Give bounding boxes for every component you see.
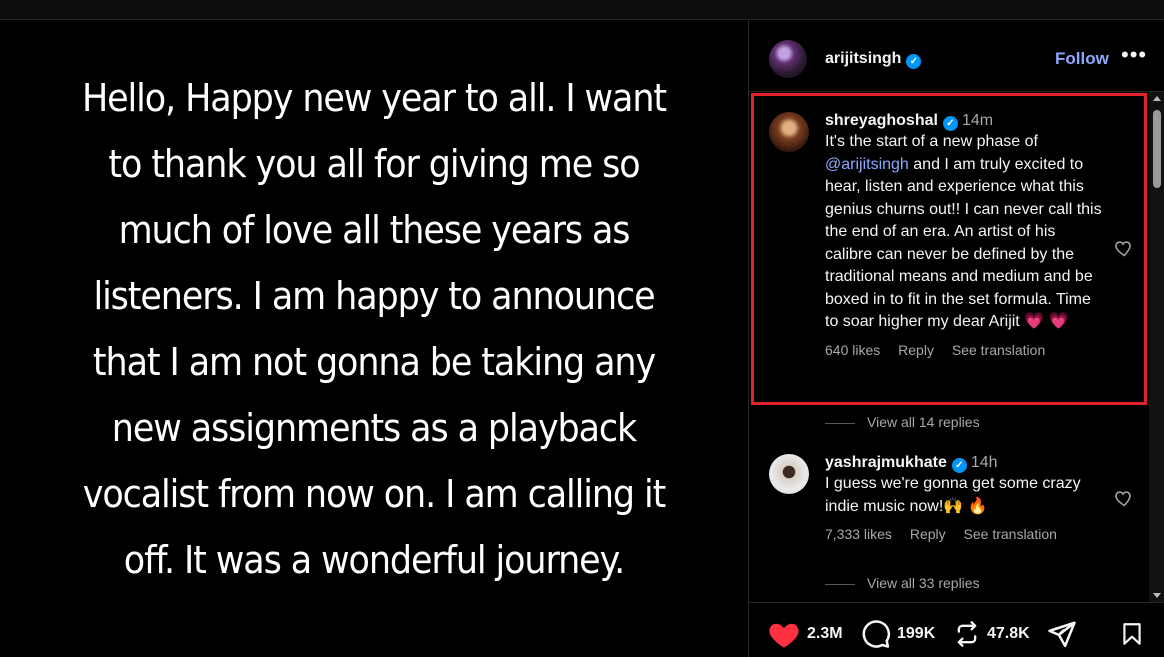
scrollbar-thumb[interactable]	[1153, 110, 1161, 188]
comment-likes[interactable]: 7,333 likes	[825, 526, 892, 542]
divider-line	[825, 422, 855, 424]
share-button[interactable]	[1047, 619, 1077, 649]
scroll-up-arrow-icon[interactable]	[1153, 96, 1161, 101]
scrollbar[interactable]	[1149, 92, 1164, 602]
post-media: Hello, Happy new year to all. I want to …	[0, 20, 748, 657]
like-button[interactable]: 2.3M	[767, 619, 843, 649]
save-button[interactable]	[1119, 619, 1145, 649]
view-replies-label[interactable]: View all 33 replies	[867, 575, 980, 591]
verified-badge-icon: ✓	[942, 116, 958, 131]
commenter-username[interactable]: shreyaghoshal	[825, 112, 938, 129]
reply-button[interactable]: Reply	[898, 342, 934, 358]
comment-text-part: It's the start of a new phase of	[825, 133, 1038, 150]
verified-badge-icon: ✓	[906, 54, 922, 69]
heart-filled-icon	[769, 623, 799, 648]
follow-button[interactable]: Follow	[1055, 49, 1109, 69]
like-count: 2.3M	[807, 625, 843, 642]
repost-icon	[957, 621, 977, 647]
author-username-text[interactable]: arijitsingh	[825, 50, 901, 67]
comment-button[interactable]: 199K	[861, 619, 935, 649]
divider-line	[825, 583, 855, 585]
bookmark-icon	[1123, 623, 1141, 645]
comments-panel: arijitsingh ✓ Follow ••• shreyaghoshal ✓ 14…	[748, 20, 1164, 657]
scroll-down-arrow-icon[interactable]	[1153, 593, 1161, 598]
view-replies-button[interactable]: View all 33 replies	[825, 575, 980, 591]
view-replies-button[interactable]: View all 14 replies	[825, 414, 980, 430]
comment-bubble-icon	[862, 620, 890, 648]
commenter-username[interactable]: yashrajmukhate	[825, 454, 947, 471]
see-translation-button[interactable]: See translation	[952, 342, 1045, 358]
repost-count: 47.8K	[987, 625, 1030, 642]
commenter-avatar[interactable]	[769, 112, 809, 152]
comment-text: I guess we're gonna get some crazy indie…	[825, 475, 1081, 515]
comment-meta: 640 likes Reply See translation	[825, 342, 1105, 358]
more-options-icon[interactable]: •••	[1121, 42, 1147, 68]
heart-icon[interactable]	[1113, 238, 1133, 258]
view-replies-label[interactable]: View all 14 replies	[867, 414, 980, 430]
share-paper-plane-icon	[1048, 621, 1076, 648]
comment-time: 14m	[961, 112, 994, 129]
post-header: arijitsingh ✓ Follow •••	[749, 20, 1164, 92]
browser-top-strip	[0, 0, 1164, 20]
comment-count: 199K	[897, 625, 936, 642]
commenter-avatar[interactable]	[769, 454, 809, 494]
mention-link[interactable]: @arijitsingh	[825, 156, 909, 173]
post-text: Hello, Happy new year to all. I want to …	[81, 75, 667, 582]
post-actions-bar: 2.3M 199K 47.8K	[749, 602, 1164, 657]
reply-button[interactable]: Reply	[910, 526, 946, 542]
comment-time: 14h	[970, 454, 998, 471]
see-translation-button[interactable]: See translation	[964, 526, 1057, 542]
heart-icon[interactable]	[1113, 488, 1133, 508]
comments-list[interactable]: shreyaghoshal ✓ 14m It's the start of a ne…	[749, 92, 1149, 602]
repost-button[interactable]: 47.8K	[953, 619, 1030, 649]
author-avatar[interactable]	[769, 40, 807, 78]
verified-badge-icon: ✓	[951, 458, 967, 473]
author-username[interactable]: arijitsingh ✓	[825, 50, 922, 69]
comment-likes[interactable]: 640 likes	[825, 342, 880, 358]
comment-text-part: and I am truly excited to hear, listen a…	[825, 155, 1102, 331]
comment-text: It's the start of a new phase of @arijit…	[825, 131, 1105, 334]
comment-meta: 7,333 likes Reply See translation	[825, 526, 1105, 542]
